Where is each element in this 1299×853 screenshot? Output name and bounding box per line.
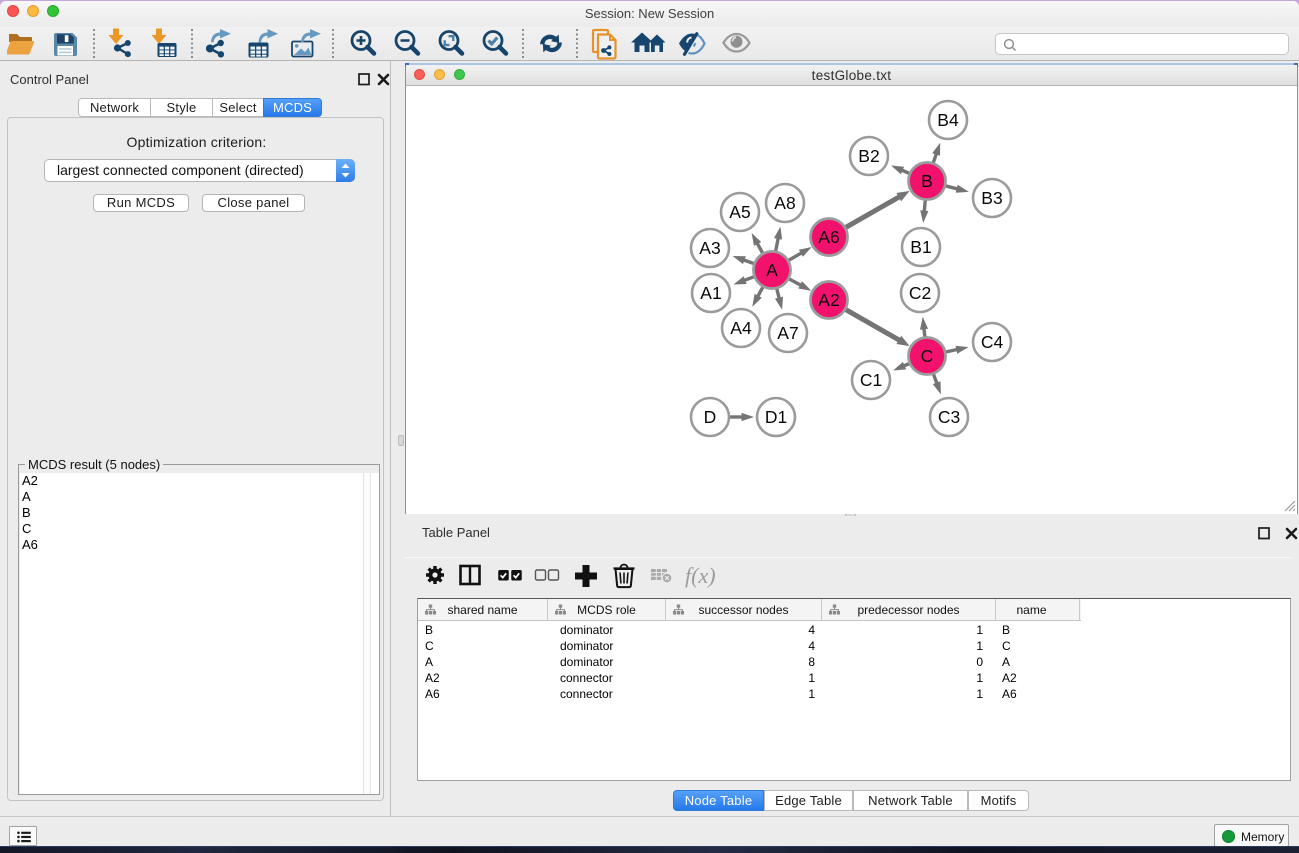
- svg-text:C3: C3: [938, 407, 960, 427]
- svg-text:C4: C4: [981, 332, 1004, 352]
- svg-text:D: D: [704, 407, 717, 427]
- svg-text:C1: C1: [860, 370, 882, 390]
- svg-text:A4: A4: [730, 318, 752, 338]
- svg-text:A6: A6: [818, 227, 839, 247]
- svg-text:A5: A5: [729, 202, 750, 222]
- svg-text:A3: A3: [699, 238, 720, 258]
- svg-text:A7: A7: [777, 323, 798, 343]
- svg-text:B2: B2: [858, 146, 879, 166]
- svg-text:A1: A1: [700, 283, 721, 303]
- svg-text:C2: C2: [909, 283, 931, 303]
- svg-text:B3: B3: [981, 188, 1002, 208]
- svg-text:A2: A2: [818, 290, 839, 310]
- svg-text:f(x): f(x): [685, 563, 716, 588]
- svg-text:B4: B4: [937, 110, 959, 130]
- svg-text:A: A: [766, 260, 778, 280]
- svg-text:A8: A8: [774, 193, 795, 213]
- svg-text:B1: B1: [910, 237, 931, 257]
- svg-text:D1: D1: [765, 407, 787, 427]
- svg-text:C: C: [921, 346, 934, 366]
- svg-text:B: B: [921, 171, 933, 191]
